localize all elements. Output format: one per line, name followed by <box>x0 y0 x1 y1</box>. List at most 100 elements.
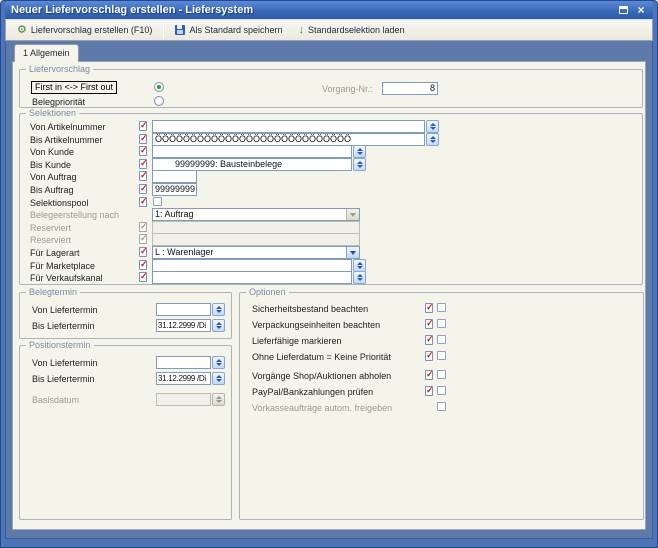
verkaufskanal-field[interactable] <box>152 271 352 284</box>
option-label: Sicherheitsbestand beachten <box>252 303 368 315</box>
tab-allgemein[interactable]: 1 Allgemein <box>14 44 79 62</box>
field-label: Belegeerstellung nach <box>30 209 119 221</box>
check-doc-icon[interactable] <box>139 171 147 181</box>
ohne-lieferdatum-checkbox[interactable] <box>437 351 446 360</box>
shop-auktionen-checkbox[interactable] <box>437 370 446 379</box>
gear-icon: ⚙ <box>17 25 27 36</box>
group-selektionen: Selektionen Von Artikelnummer Bis Artike… <box>19 113 643 285</box>
create-delivery-proposal-button[interactable]: ⚙ Liefervorschlag erstellen (F10) <box>12 23 157 38</box>
field-label: Bis Auftrag <box>30 184 74 196</box>
maximize-button[interactable] <box>615 3 631 17</box>
check-doc-icon[interactable] <box>425 370 433 380</box>
lookup-spinner-button[interactable] <box>426 120 439 133</box>
close-icon: × <box>637 4 644 16</box>
selection-row: Von Auftrag <box>20 170 642 183</box>
positionstermin-bis-field[interactable]: 31.12.2999 /Di <box>156 372 211 385</box>
date-row: Bis Liefertermin 31.12.2999 /Di <box>20 319 231 332</box>
check-doc-icon[interactable] <box>139 247 147 257</box>
tab-page: Liefervorschlag First in <-> First out B… <box>12 61 646 530</box>
close-button[interactable]: × <box>633 3 649 17</box>
dropdown-value: 1: Auftrag <box>155 209 194 219</box>
chevron-down-icon[interactable] <box>346 209 359 220</box>
date-spinner-button[interactable] <box>212 356 225 369</box>
belegtermin-bis-field[interactable]: 31.12.2999 /Di <box>156 319 211 332</box>
date-row: Basisdatum <box>20 393 231 406</box>
date-spinner-button[interactable] <box>212 303 225 316</box>
selektionspool-checkbox[interactable] <box>153 197 162 206</box>
selection-row: Bis Auftrag 99999999 <box>20 183 642 196</box>
verpackungseinheiten-checkbox[interactable] <box>437 319 446 328</box>
field-label: Bis Liefertermin <box>32 320 95 332</box>
option-row: Lieferfähige markieren <box>240 334 643 347</box>
selection-row: Belegeerstellung nach 1: Auftrag <box>20 208 642 221</box>
option-label: Lieferfähige markieren <box>252 335 342 347</box>
dropdown-value: L : Warenlager <box>155 247 213 257</box>
field-label: Bis Liefertermin <box>32 373 95 385</box>
field-label: Von Liefertermin <box>32 304 98 316</box>
vorgang-nr-label: Vorgang-Nr.: <box>322 83 373 95</box>
field-label: Für Lagerart <box>30 247 80 259</box>
field-label: Von Kunde <box>30 146 74 158</box>
lieferfaehige-checkbox[interactable] <box>437 335 446 344</box>
group-title: Selektionen <box>26 108 79 119</box>
window-title: Neuer Liefervorschlag erstellen - Liefer… <box>11 4 613 16</box>
toolbar-separator <box>163 23 164 38</box>
paypal-bank-checkbox[interactable] <box>437 386 446 395</box>
von-kunde-field[interactable] <box>152 145 352 158</box>
tool-label: Liefervorschlag erstellen (F10) <box>31 25 153 35</box>
tool-label: Standardselektion laden <box>308 25 405 35</box>
date-spinner-button[interactable] <box>212 372 225 385</box>
vorgang-nr-field[interactable]: 8 <box>382 82 438 95</box>
belegtermin-von-field[interactable] <box>156 303 211 316</box>
check-doc-icon[interactable] <box>139 134 147 144</box>
check-doc-icon[interactable] <box>139 146 147 156</box>
check-doc-icon[interactable] <box>425 319 433 329</box>
check-doc-icon[interactable] <box>139 272 147 282</box>
load-default-selection-button[interactable]: ↓ Standardselektion laden <box>294 23 410 38</box>
workspace: 1 Allgemein Liefervorschlag First in <->… <box>5 41 653 539</box>
field-label: Reserviert <box>30 234 71 246</box>
check-doc-icon[interactable] <box>139 121 147 131</box>
prio-radio[interactable] <box>154 96 164 106</box>
save-as-default-button[interactable]: Als Standard speichern <box>170 23 287 37</box>
check-doc-icon[interactable] <box>139 260 147 270</box>
check-doc-icon[interactable] <box>425 351 433 361</box>
date-spinner-button[interactable] <box>212 319 225 332</box>
group-belegtermin: Belegtermin Von Liefertermin Bis Liefert… <box>19 292 232 339</box>
belegeerstellung-dropdown[interactable]: 1: Auftrag <box>152 208 360 221</box>
field-label: Von Liefertermin <box>32 357 98 369</box>
lagerart-dropdown[interactable]: L : Warenlager <box>152 246 360 259</box>
check-doc-icon <box>139 222 147 232</box>
option-label: Vorgänge Shop/Auktionen abholen <box>252 370 391 382</box>
reserviert-field-2 <box>152 233 360 246</box>
group-positionstermin: Positionstermin Von Liefertermin Bis Lie… <box>19 345 232 520</box>
option-label: Ohne Lieferdatum = Keine Priorität <box>252 351 391 363</box>
selection-row: Für Verkaufskanal <box>20 271 642 284</box>
check-doc-icon[interactable] <box>425 303 433 313</box>
check-doc-icon[interactable] <box>425 335 433 345</box>
group-title: Positionstermin <box>26 340 94 351</box>
chevron-down-icon[interactable] <box>346 247 359 258</box>
check-doc-icon[interactable] <box>139 197 147 207</box>
group-liefervorschlag: Liefervorschlag First in <-> First out B… <box>19 69 643 108</box>
lookup-spinner-button[interactable] <box>353 145 366 158</box>
check-doc-icon[interactable] <box>139 184 147 194</box>
fifo-radio[interactable] <box>154 82 164 92</box>
option-row: Sicherheitsbestand beachten <box>240 302 643 315</box>
date-row: Bis Liefertermin 31.12.2999 /Di <box>20 372 231 385</box>
von-artikelnummer-field[interactable] <box>152 120 425 133</box>
prio-label: Belegpriorität <box>32 96 85 108</box>
lookup-spinner-button[interactable] <box>353 271 366 284</box>
group-title: Liefervorschlag <box>26 64 93 75</box>
von-auftrag-field[interactable] <box>152 170 197 183</box>
selection-row: Für Lagerart L : Warenlager <box>20 246 642 259</box>
check-doc-icon[interactable] <box>425 386 433 396</box>
bis-auftrag-field[interactable]: 99999999 <box>152 183 197 196</box>
sicherheitsbestand-checkbox[interactable] <box>437 303 446 312</box>
option-row: Ohne Lieferdatum = Keine Priorität <box>240 350 643 363</box>
check-doc-icon <box>139 234 147 244</box>
check-doc-icon[interactable] <box>139 159 147 169</box>
download-icon: ↓ <box>299 25 305 36</box>
positionstermin-von-field[interactable] <box>156 356 211 369</box>
selection-row: Von Kunde <box>20 145 642 158</box>
